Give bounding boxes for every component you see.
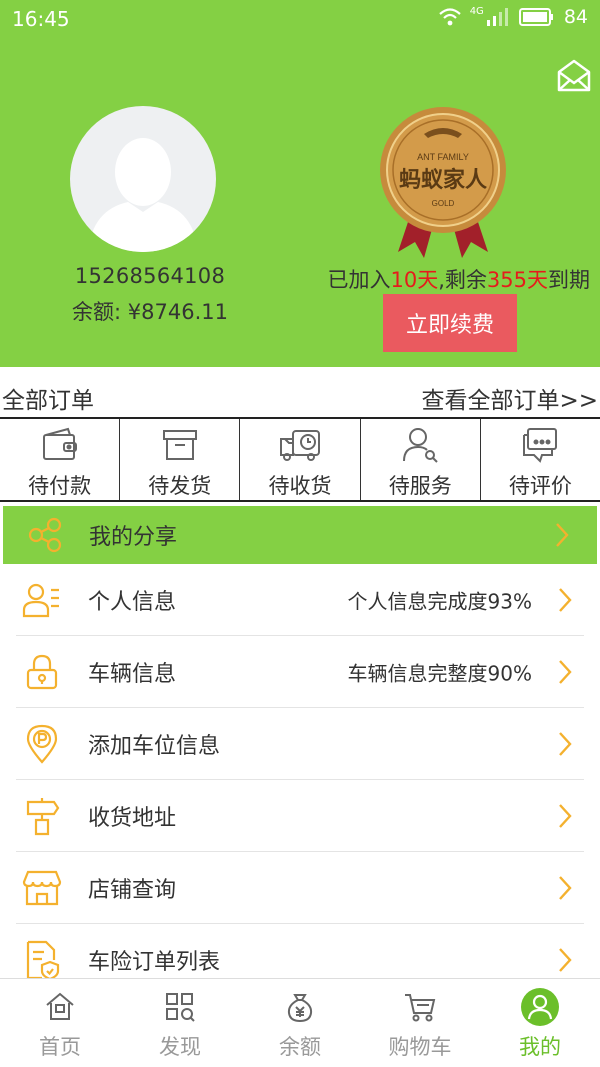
nav-label: 购物车 [388,1035,452,1059]
menu-item-label: 我的分享 [89,525,178,550]
menu-item-add-parking[interactable]: 添加车位信息 [16,708,584,780]
menu-item-label: 收货地址 [88,805,177,831]
delivery-truck-icon [280,430,320,461]
chevron-right-icon [559,659,572,684]
nav-balance[interactable]: 余额 [240,979,360,1067]
nav-label: 我的 [519,1035,561,1059]
insurance-doc-icon [26,940,60,980]
network-type: 4G [469,6,484,17]
chevron-right-icon [556,523,569,547]
status-icons: 4G 84 [438,6,588,28]
order-tab-pending-shipment[interactable]: 待发货 [120,419,241,500]
personal-info-icon [22,583,59,617]
money-bag-icon [287,994,313,1023]
home-icon [46,992,74,1020]
signpost-icon [26,797,60,835]
share-icon [28,517,62,553]
app-root: 16:45 4G 84 15268564108 余额: ¥8746.11 ANT… [0,0,600,1067]
menu-item-store-search[interactable]: 店铺查询 [16,852,584,924]
car-lock-icon [26,654,58,689]
order-tab-label: 待发货 [148,474,212,498]
discover-icon [166,993,195,1022]
menu-item-label: 车辆信息 [88,661,177,687]
membership-middle: ,剩余 [438,268,487,292]
membership-suffix: 到期 [548,268,590,292]
chevron-right-icon [559,587,572,612]
avatar-placeholder-icon [88,138,198,252]
chevron-right-icon [559,731,572,756]
order-tab-pending-receipt[interactable]: 待收货 [240,419,361,500]
membership-joined-days: 10天 [390,268,439,292]
status-bar: 16:45 4G 84 [0,0,600,38]
order-tab-pending-review[interactable]: 待评价 [481,419,600,500]
nav-label: 首页 [39,1035,81,1059]
chevron-right-icon [559,803,572,828]
order-status-tabs: 待付款 待发货 待收货 待服务 待评价 [0,419,600,502]
cart-icon [405,994,436,1022]
orders-header: 全部订单 查看全部订单>> [0,369,600,419]
avatar[interactable] [70,106,216,252]
medal-top-text: ANT FAMILY [417,152,469,162]
membership-prefix: 已加入 [327,268,391,292]
user-icon [521,988,559,1026]
battery-level: 84 [563,6,588,28]
store-icon [22,870,62,905]
mail-icon[interactable] [556,58,592,94]
user-balance: 余额: ¥8746.11 [72,300,228,324]
order-tab-label: 待服务 [388,474,452,498]
nav-home[interactable]: 首页 [0,979,120,1067]
nav-label: 余额 [279,1035,321,1059]
view-all-orders-link[interactable]: 查看全部订单>> [421,381,598,415]
order-tab-label: 待付款 [28,474,92,498]
medal-bottom-text: GOLD [432,199,455,208]
orders-title: 全部订单 [2,388,94,414]
menu-item-shipping-address[interactable]: 收货地址 [16,780,584,852]
membership-remaining-days: 355天 [486,268,548,292]
chevron-right-icon [559,875,572,900]
menu-item-personal-info[interactable]: 个人信息 个人信息完成度93% [16,564,584,636]
menu-item-value: 个人信息完成度93% [347,589,532,613]
membership-status: 已加入10天,剩余355天到期 [327,264,590,294]
wallet-icon [42,427,77,460]
status-time: 16:45 [12,7,70,31]
box-icon [162,430,197,460]
service-person-icon [403,428,438,463]
medal-main-text: 蚂蚁家人 [399,167,487,193]
order-tab-label: 待评价 [508,474,572,498]
menu-item-label: 店铺查询 [88,877,177,903]
user-phone: 15268564108 [74,264,226,288]
wifi-icon [438,8,461,26]
battery-icon [518,8,553,26]
menu-item-value: 车辆信息完整度90% [347,661,532,685]
menu-item-label: 添加车位信息 [88,733,221,759]
nav-label: 发现 [159,1035,201,1059]
menu-item-label: 车险订单列表 [88,950,221,975]
comment-icon [523,428,558,463]
menu-item-label: 个人信息 [88,589,177,615]
gold-medal-icon: ANT FAMILY 蚂蚁家人 GOLD [380,107,506,258]
bottom-navigation: 首页 发现 余额 购物车 我的 [0,978,600,1067]
menu-item-vehicle-info[interactable]: 车辆信息 车辆信息完整度90% [16,636,584,708]
profile-header: 16:45 4G 84 15268564108 余额: ¥8746.11 ANT… [0,0,600,367]
order-tab-pending-payment[interactable]: 待付款 [0,419,121,500]
chevron-right-icon [559,948,572,972]
nav-mine[interactable]: 我的 [480,979,600,1067]
nav-cart[interactable]: 购物车 [360,979,480,1067]
signal-icon [486,8,508,26]
nav-discover[interactable]: 发现 [120,979,240,1067]
my-share-row[interactable]: 我的分享 [3,506,597,564]
order-tab-pending-service[interactable]: 待服务 [361,419,481,500]
renew-button[interactable]: 立即续费 [383,294,517,352]
parking-pin-icon [26,724,58,764]
order-tab-label: 待收货 [268,474,332,498]
